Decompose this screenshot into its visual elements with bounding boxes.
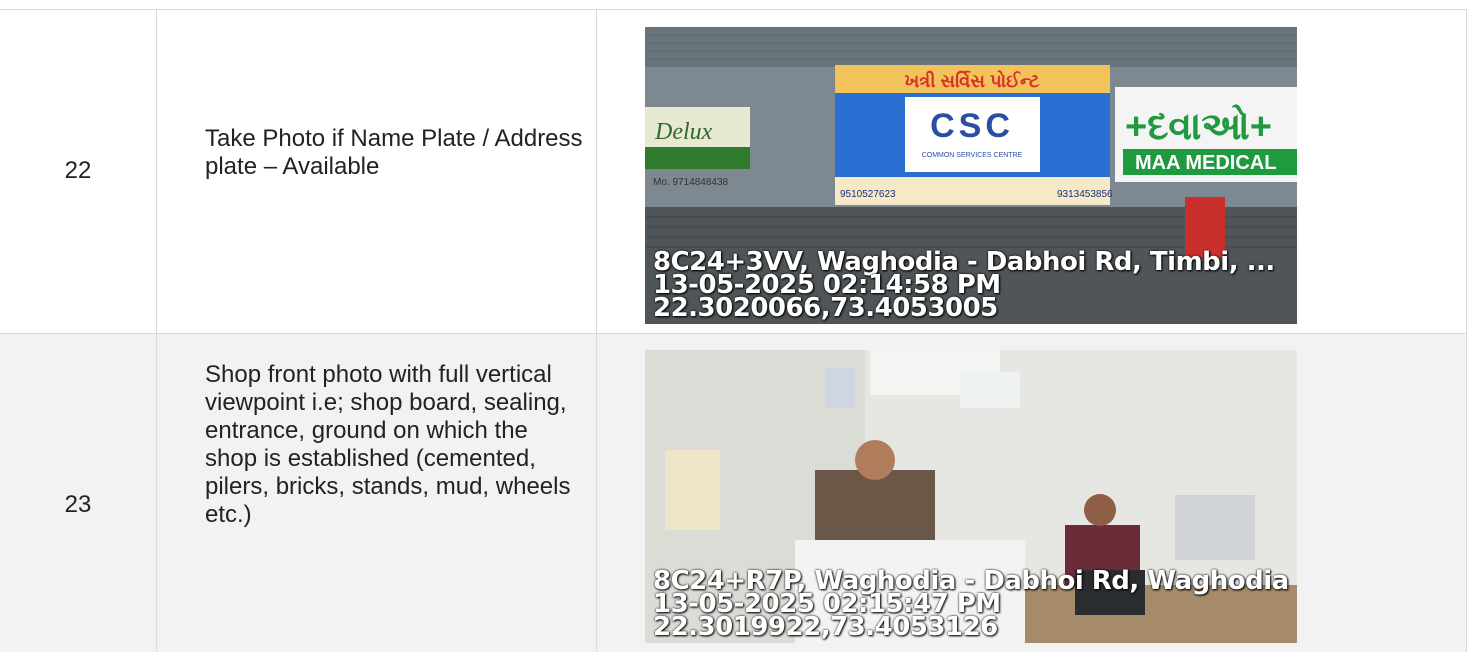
- row-description: Take Photo if Name Plate / Address plate…: [205, 125, 583, 180]
- column-divider: [156, 9, 157, 652]
- side-sign-left-phone: Mo. 9714848438: [653, 177, 729, 188]
- row-description: Shop front photo with full vertical view…: [205, 361, 571, 528]
- row-divider: [0, 333, 1467, 334]
- table-row-22: 22 Take Photo if Name Plate / Address pl…: [0, 9, 1467, 333]
- side-sign-right-sub: MAA MEDICAL: [1135, 152, 1276, 174]
- side-sign-right: +દવાઓ+: [1125, 103, 1272, 148]
- sign-board-title: ખત્રી સર્વિસ પોઈન્ટ: [904, 70, 1040, 91]
- column-divider: [596, 9, 597, 652]
- checklist-table: 22 Take Photo if Name Plate / Address pl…: [0, 0, 1467, 652]
- table-border-top: [0, 9, 1467, 10]
- row-number: 22: [64, 157, 92, 184]
- name-plate-photo: Delux Mo. 9714848438 ખત્રી સર્વિસ પોઈન્ટ…: [645, 27, 1297, 324]
- geotag-coords: 22.3020066,73.4053005: [653, 293, 998, 323]
- sign-phone-right: 9313453856: [1057, 189, 1113, 200]
- geotag-overlay: 8C24+R7P, Waghodia - Dabhoi Rd, Waghodia…: [653, 568, 1289, 642]
- sign-phone-left: 9510527623: [840, 189, 896, 200]
- table-row-23: 23 Shop front photo with full vertical v…: [0, 333, 1467, 652]
- geotag-coords: 22.3019922,73.4053126: [653, 612, 998, 642]
- sign-subtitle: COMMON SERVICES CENTRE: [922, 152, 1023, 159]
- side-sign-left: Delux: [654, 119, 713, 145]
- shop-front-photo: 8C24+R7P, Waghodia - Dabhoi Rd, Waghodia…: [645, 350, 1297, 643]
- row-number: 23: [64, 491, 92, 518]
- geotag-overlay: 8C24+3VV, Waghodia - Dabhoi Rd, Timbi, .…: [653, 249, 1275, 323]
- sign-logo: CSC: [930, 107, 1014, 145]
